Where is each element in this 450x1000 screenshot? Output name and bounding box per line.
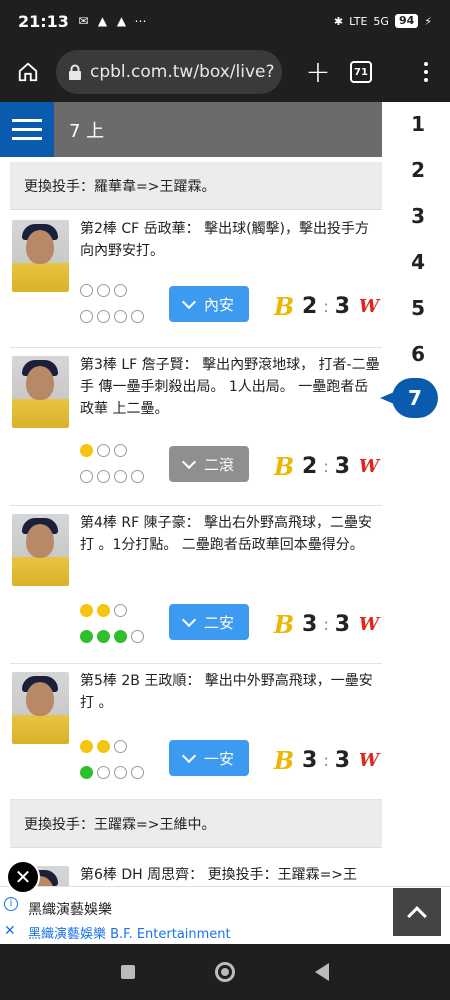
score-home: 3 <box>334 454 351 479</box>
bases-indicator <box>80 470 144 483</box>
outs-indicator <box>80 284 127 297</box>
outs-indicator <box>80 740 127 753</box>
recents-button[interactable] <box>121 965 135 979</box>
ad-title: 黑織演藝娛樂 <box>28 902 112 918</box>
score-away: 2 <box>302 454 318 479</box>
inning-nav-6[interactable]: 6 <box>411 342 425 366</box>
inning-nav-7-active[interactable]: 7 <box>380 378 438 418</box>
inning-header: 7 上 <box>0 102 382 157</box>
lte-indicator: LTE <box>349 14 368 28</box>
brothers-logo-icon: B <box>273 610 295 639</box>
wei-chuan-logo-icon: W <box>358 456 380 477</box>
status-time: 21:13 <box>18 11 69 31</box>
chevron-down-icon <box>181 748 197 763</box>
back-button[interactable] <box>315 963 329 981</box>
score-display: B 3 : 3 W <box>272 610 382 639</box>
ad-close-icon[interactable]: ✕ <box>4 923 16 939</box>
lock-icon <box>68 64 82 80</box>
score-display: B 2 : 3 W <box>272 292 382 321</box>
charging-icon: ⚡ <box>424 14 432 28</box>
live-box-content: 7 上 1 2 3 4 5 6 7 更換投手：羅華韋=>王躍霖。 第2棒 CF … <box>0 102 450 886</box>
new-tab-button[interactable]: + <box>290 55 346 90</box>
inning-nav: 1 2 3 4 5 6 7 <box>380 102 450 886</box>
player-photo <box>12 672 69 744</box>
chevron-up-icon <box>407 906 427 926</box>
menu-button[interactable] <box>0 102 54 157</box>
score-display: B 3 : 3 W <box>272 746 382 775</box>
system-nav-bar <box>0 944 450 1000</box>
outs-indicator <box>80 604 127 617</box>
ad-info-icon[interactable]: i <box>4 897 18 911</box>
bluetooth-icon: ✱ <box>333 14 344 28</box>
chevron-down-icon <box>181 294 197 309</box>
pitching-change-event: 更換投手：王躍霖=>王維中。 <box>10 800 382 848</box>
play-item: 第3棒 LF 詹子賢： 擊出內野滾地球， 打者-二壘手 傳一壘手刺殺出局。 1人… <box>10 348 382 506</box>
play-item: 第5棒 2B 王政順： 擊出中外野高飛球，一壘安打 。 一安 B 3 : 3 W <box>10 664 382 800</box>
brothers-logo-icon: B <box>273 292 295 321</box>
play-item: 第6棒 DH 周思齊： 更換投手：王躍霖=>王 <box>10 858 382 886</box>
play-description: 第3棒 LF 詹子賢： 擊出內野滾地球， 打者-二壘手 傳一壘手刺殺出局。 1人… <box>80 357 380 417</box>
inning-nav-4[interactable]: 4 <box>411 250 425 274</box>
messenger-icon: ✉ <box>78 14 89 28</box>
player-photo <box>12 356 69 428</box>
score-display: B 2 : 3 W <box>272 452 382 481</box>
score-away: 3 <box>302 612 318 637</box>
home-icon <box>18 62 38 82</box>
home-button[interactable] <box>0 61 56 83</box>
address-bar[interactable]: cpbl.com.tw/box/live? <box>56 50 282 94</box>
score-home: 3 <box>334 612 351 637</box>
more-notifications-icon: ⋯ <box>134 14 147 28</box>
pitching-change-event: 更換投手：羅華韋=>王躍霖。 <box>10 162 382 210</box>
inning-title: 7 上 <box>69 120 105 142</box>
scroll-to-top-button[interactable] <box>393 888 441 936</box>
chevron-down-icon <box>181 454 197 469</box>
wei-chuan-logo-icon: W <box>358 296 380 317</box>
chevron-down-icon <box>181 612 197 627</box>
bases-indicator <box>80 310 144 323</box>
play-result-button[interactable]: 二滾 <box>169 446 249 482</box>
bases-indicator <box>80 630 144 643</box>
browser-toolbar: cpbl.com.tw/box/live? + 71 <box>0 42 450 102</box>
wei-chuan-logo-icon: W <box>358 750 380 771</box>
ad-subtitle[interactable]: 黑織演藝娛樂 B.F. Entertainment <box>28 923 231 942</box>
brothers-logo-icon: B <box>273 746 295 775</box>
notification-bell-icon: ▲ <box>97 14 108 28</box>
play-result-button[interactable]: 一安 <box>169 740 249 776</box>
score-away: 2 <box>302 294 318 319</box>
home-nav-button[interactable] <box>215 962 235 982</box>
inning-nav-5[interactable]: 5 <box>411 296 425 320</box>
url-text: cpbl.com.tw/box/live? <box>90 62 275 82</box>
score-home: 3 <box>334 748 351 773</box>
play-description: 第2棒 CF 岳政華： 擊出球(觸擊)，擊出投手方向內野安打。 <box>80 221 370 259</box>
signal-indicator: 5G <box>373 14 389 28</box>
inning-nav-2[interactable]: 2 <box>411 158 425 182</box>
play-result-button[interactable]: 內安 <box>169 286 249 322</box>
play-description: 第5棒 2B 王政順： 擊出中外野高飛球，一壘安打 。 <box>80 673 373 711</box>
close-ad-button[interactable]: ✕ <box>6 860 40 894</box>
player-photo <box>12 220 69 292</box>
bases-indicator <box>80 766 144 779</box>
play-result-button[interactable]: 二安 <box>169 604 249 640</box>
tab-switcher-button[interactable]: 71 <box>350 61 372 83</box>
play-description: 第6棒 DH 周思齊： 更換投手：王躍霖=>王 <box>80 867 358 883</box>
hamburger-icon <box>12 119 42 122</box>
play-item: 第2棒 CF 岳政華： 擊出球(觸擊)，擊出投手方向內野安打。 內安 B 2 :… <box>10 212 382 348</box>
wei-chuan-logo-icon: W <box>358 614 380 635</box>
ad-banner[interactable]: i ✕ 黑織演藝娛樂 黑織演藝娛樂 B.F. Entertainment <box>0 886 450 944</box>
brothers-logo-icon: B <box>273 452 295 481</box>
status-bar: 21:13 ✉ ▲ ▲ ⋯ ✱ LTE 5G 94 ⚡ <box>0 0 450 42</box>
play-item: 第4棒 RF 陳子豪： 擊出右外野高飛球，二壘安打 。1分打點。 二壘跑者岳政華… <box>10 506 382 664</box>
score-home: 3 <box>334 294 351 319</box>
battery-level: 94 <box>394 14 419 28</box>
play-description: 第4棒 RF 陳子豪： 擊出右外野高飛球，二壘安打 。1分打點。 二壘跑者岳政華… <box>80 515 373 553</box>
browser-menu-button[interactable] <box>424 60 428 84</box>
score-away: 3 <box>302 748 318 773</box>
inning-nav-1[interactable]: 1 <box>411 112 425 136</box>
player-photo <box>12 514 69 586</box>
inning-nav-3[interactable]: 3 <box>411 204 425 228</box>
notification-bell-icon-2: ▲ <box>116 14 127 28</box>
outs-indicator <box>80 444 127 457</box>
